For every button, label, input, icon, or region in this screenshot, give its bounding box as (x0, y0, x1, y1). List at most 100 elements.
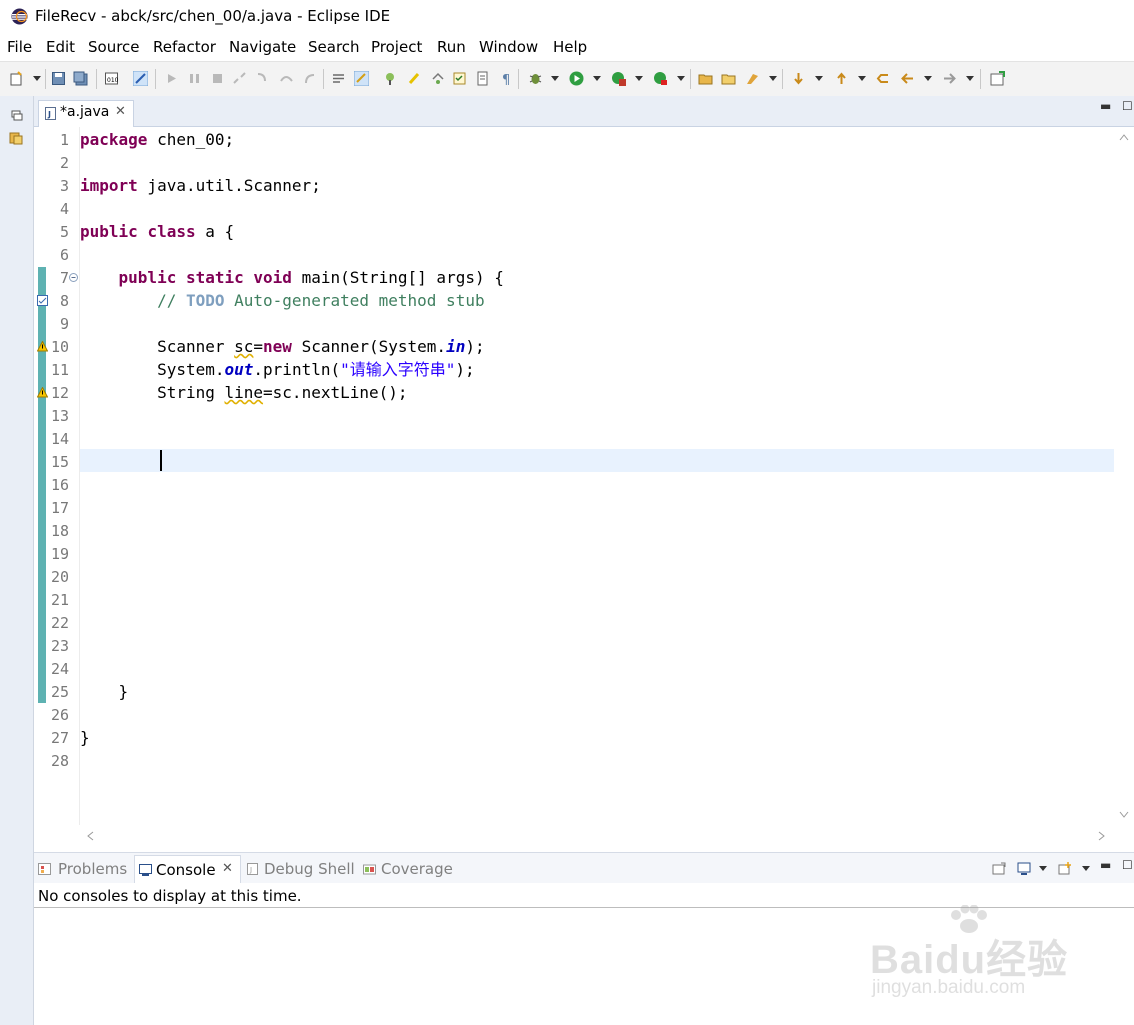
debug-icon[interactable] (528, 71, 543, 86)
minimize-icon[interactable]: ▬ (1100, 858, 1111, 872)
toolbar-separator (155, 69, 156, 89)
tasks-icon[interactable] (452, 71, 467, 86)
word-wrap-icon[interactable] (331, 71, 346, 86)
task-marker-icon[interactable] (37, 295, 48, 306)
editor-tab-a-java[interactable]: J *a.java ✕ (38, 100, 134, 127)
previous-dropdown-icon[interactable] (858, 76, 866, 81)
warning-marker-icon[interactable] (37, 387, 48, 398)
package-explorer-icon[interactable] (8, 130, 24, 146)
close-tab-icon[interactable]: ✕ (115, 104, 126, 119)
menu-source[interactable]: Source (88, 38, 140, 56)
open-folder-icon[interactable] (721, 71, 736, 86)
last-edit-location-icon[interactable] (876, 71, 891, 86)
tab-debug-shell[interactable]: Debug Shell (264, 860, 355, 878)
open-console-dropdown-icon[interactable] (1082, 866, 1090, 871)
line-number: 20 (50, 568, 69, 586)
maximize-icon[interactable]: ☐ (1122, 99, 1133, 113)
next-dropdown-icon[interactable] (815, 76, 823, 81)
resume-icon[interactable] (164, 71, 179, 86)
code-line: package chen_00; (80, 130, 235, 149)
menu-navigate[interactable]: Navigate (229, 38, 296, 56)
new-java-project-icon[interactable] (698, 71, 713, 86)
external-tools-dropdown-icon[interactable] (677, 76, 685, 81)
save-icon[interactable] (51, 71, 66, 86)
mark-occurrences-icon[interactable] (354, 71, 369, 86)
toolbar-separator (690, 69, 691, 89)
tab-coverage[interactable]: Coverage (381, 860, 453, 878)
maximize-icon[interactable]: ☐ (1122, 858, 1133, 872)
line-number: 6 (59, 246, 69, 264)
external-tools-icon[interactable] (653, 71, 668, 86)
new-dropdown-icon[interactable] (769, 76, 777, 81)
menu-help[interactable]: Help (553, 38, 587, 56)
code-line: } (80, 682, 129, 701)
disconnect-icon[interactable] (232, 71, 247, 86)
coverage-icon[interactable] (611, 71, 626, 86)
line-number: 17 (50, 499, 69, 517)
run-dropdown-icon[interactable] (593, 76, 601, 81)
highlight-icon[interactable] (407, 71, 422, 86)
code-line: } (80, 728, 90, 747)
save-all-icon[interactable] (73, 71, 88, 86)
svg-text:¶: ¶ (502, 73, 510, 86)
line-number: 5 (59, 223, 69, 241)
new-server-icon[interactable] (745, 71, 760, 86)
suspend-icon[interactable] (187, 71, 202, 86)
skip-breakpoints-icon[interactable] (133, 71, 148, 86)
warning-marker-icon[interactable] (37, 341, 48, 352)
menu-project[interactable]: Project (371, 38, 422, 56)
menu-search[interactable]: Search (308, 38, 360, 56)
chevron-down-icon[interactable] (1119, 811, 1129, 819)
tab-console[interactable]: Console (156, 861, 216, 879)
previous-edit-location-icon[interactable] (834, 71, 849, 86)
console-icon (139, 864, 152, 876)
menu-file[interactable]: File (7, 38, 32, 56)
menu-run[interactable]: Run (437, 38, 466, 56)
fold-collapse-icon[interactable] (69, 273, 78, 282)
next-annotation-icon[interactable] (430, 71, 445, 86)
line-number: 22 (50, 614, 69, 632)
code-editor[interactable]: package chen_00; import java.util.Scanne… (80, 127, 1114, 825)
terminate-icon[interactable] (210, 71, 225, 86)
toolbar-separator (518, 69, 519, 89)
toggle-annotation-icon[interactable] (383, 71, 398, 86)
menu-bar: File Edit Source Refactor Navigate Searc… (0, 34, 1134, 61)
console-empty-message: No consoles to display at this time. (38, 887, 302, 905)
coverage-dropdown-icon[interactable] (635, 76, 643, 81)
pilcrow-icon[interactable]: ¶ (499, 71, 514, 86)
menu-refactor[interactable]: Refactor (153, 38, 216, 56)
display-console-dropdown-icon[interactable] (1039, 866, 1047, 871)
debug-dropdown-icon[interactable] (551, 76, 559, 81)
tab-problems[interactable]: Problems (58, 860, 127, 878)
binary-icon[interactable]: 010 (104, 71, 119, 86)
show-whitespace-doc-icon[interactable] (475, 71, 490, 86)
horizontal-scrollbar[interactable] (80, 826, 1114, 846)
close-tab-icon[interactable]: ✕ (222, 861, 233, 876)
forward-icon[interactable] (942, 71, 957, 86)
restore-icon[interactable] (8, 108, 24, 124)
next-edit-location-icon[interactable] (791, 71, 806, 86)
step-over-icon[interactable] (279, 71, 294, 86)
chevron-up-icon[interactable] (1119, 133, 1129, 141)
svg-text:J: J (47, 110, 51, 119)
new-icon[interactable] (9, 71, 24, 86)
step-into-icon[interactable] (255, 71, 270, 86)
tab-console-frame[interactable]: Console ✕ (134, 855, 241, 884)
forward-dropdown-icon[interactable] (966, 76, 974, 81)
display-console-icon[interactable] (1017, 862, 1031, 875)
menu-edit[interactable]: Edit (46, 38, 75, 56)
new-dropdown-icon[interactable] (33, 76, 41, 81)
title-bar: FileRecv - abck/src/chen_00/a.java - Ecl… (0, 0, 1134, 34)
run-icon[interactable] (569, 71, 584, 86)
chevron-left-icon[interactable] (86, 831, 94, 841)
minimize-icon[interactable]: ▬ (1100, 99, 1111, 113)
pin-console-icon[interactable] (992, 862, 1006, 875)
vertical-scrollbar[interactable] (1114, 127, 1134, 825)
back-icon[interactable] (900, 71, 915, 86)
chevron-right-icon[interactable] (1098, 831, 1106, 841)
open-perspective-icon[interactable] (990, 71, 1005, 86)
open-console-icon[interactable] (1058, 862, 1072, 875)
step-return-icon[interactable] (302, 71, 317, 86)
menu-window[interactable]: Window (479, 38, 538, 56)
back-dropdown-icon[interactable] (924, 76, 932, 81)
